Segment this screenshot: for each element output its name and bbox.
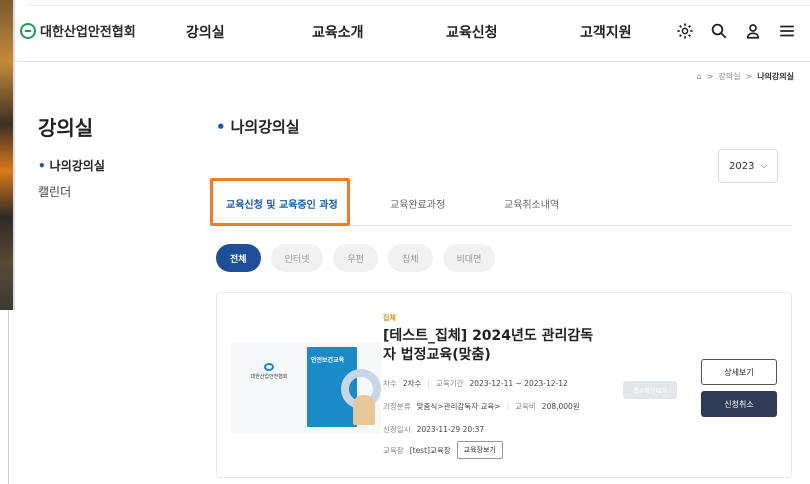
site-header: 대한산업안전협회 강의실 교육소개 교육신청 고객지원 <box>14 0 810 62</box>
venue-value: [test]교육장 <box>409 445 451 455</box>
left-divider <box>8 310 9 484</box>
course-type-label: 과정분류 <box>383 402 411 411</box>
search-icon[interactable] <box>708 20 730 42</box>
course-title[interactable]: [테스트_집체] 2024년도 관리감독자 법정교육(맞춤) <box>383 327 603 365</box>
chip-non-face-to-face[interactable]: 비대면 <box>442 244 496 272</box>
menu-icon[interactable] <box>776 20 798 42</box>
gear-icon[interactable] <box>674 20 696 42</box>
tab-highlight-box <box>210 178 350 226</box>
applied-value: 2023-11-29 20:37 <box>416 425 485 434</box>
nav-education-apply[interactable]: 교육신청 <box>446 22 498 42</box>
header-top-rule <box>28 0 810 6</box>
page-title: 나의강의실 <box>216 116 300 137</box>
chevron-down-icon: ⌵ <box>760 161 767 170</box>
user-icon[interactable] <box>742 20 764 42</box>
year-select[interactable]: 2023 ⌵ <box>718 149 778 183</box>
sidebar-title: 강의실 <box>38 116 94 140</box>
course-meta-round-period: 차수 2차수 | 교육기간 2023-12-11 ~ 2023-12-12 <box>383 378 568 389</box>
year-select-value: 2023 <box>729 160 755 172</box>
sidebar-item-my-lecture-room[interactable]: 나의강의실 <box>38 157 105 174</box>
thumbnail-logo: 대한산업안전협회 <box>249 363 289 380</box>
logo-text: 대한산업안전협회 <box>40 25 136 40</box>
filter-chips: 전체 인터넷 우편 집체 비대면 <box>216 244 496 272</box>
worker-illustration <box>353 395 375 425</box>
tab-cancelled[interactable]: 교육취소내역 <box>504 196 559 211</box>
thumbnail-logo-text: 대한산업안전협회 <box>250 374 288 380</box>
status-badge: 접수확인대기 <box>623 381 677 399</box>
nav-lecture-room[interactable]: 강의실 <box>186 22 225 42</box>
chip-all[interactable]: 전체 <box>216 244 261 272</box>
round-label: 차수 <box>383 379 397 388</box>
breadcrumb-separator: > <box>745 72 753 81</box>
breadcrumb-separator: > <box>706 72 714 81</box>
chip-group[interactable]: 집체 <box>387 244 433 272</box>
chip-mail[interactable]: 우편 <box>333 244 378 272</box>
cancel-application-button[interactable]: 신청취소 <box>701 391 777 417</box>
course-thumbnail: 대한산업안전협회 안전보건교육 <box>231 343 381 433</box>
breadcrumb: ⌂ > 강의실 > 나의강의실 <box>697 71 794 82</box>
logo-icon <box>20 22 36 39</box>
breadcrumb-current: 나의강의실 <box>757 72 794 81</box>
logo-mark-icon <box>264 363 274 371</box>
chip-internet[interactable]: 인터넷 <box>270 244 324 272</box>
site-logo[interactable]: 대한산업안전협회 <box>20 21 136 40</box>
course-type-value: 맞춤식>관리감독자 교육> <box>416 402 501 411</box>
sidebar-item-calendar[interactable]: 캘린더 <box>38 183 71 200</box>
nav-education-intro[interactable]: 교육소개 <box>312 22 364 42</box>
venue-label: 교육장 <box>383 445 404 455</box>
venue-view-button[interactable]: 교육장보기 <box>456 441 503 459</box>
tab-completed[interactable]: 교육완료과정 <box>390 196 445 211</box>
course-meta-type-fee: 과정분류 맞춤식>관리감독자 교육> | 교육비 208,000원 <box>383 401 580 412</box>
breadcrumb-item[interactable]: 강의실 <box>718 71 740 82</box>
background-photo <box>0 0 15 310</box>
meta-separator: | <box>506 402 510 411</box>
round-value: 2차수 <box>402 379 422 388</box>
meta-separator: | <box>427 379 430 388</box>
period-value: 2023-12-11 ~ 2023-12-12 <box>469 379 568 388</box>
fee-label: 교육비 <box>515 402 536 411</box>
course-meta-venue: 교육장 [test]교육장 교육장보기 <box>383 441 503 459</box>
nav-customer-support[interactable]: 고객지원 <box>580 22 632 42</box>
detail-button[interactable]: 상세보기 <box>701 359 777 385</box>
period-label: 교육기간 <box>435 379 464 388</box>
fee-value: 208,000원 <box>541 402 580 411</box>
applied-label: 신청일시 <box>383 425 411 434</box>
course-meta-applied: 신청일시 2023-11-29 20:37 <box>383 424 484 435</box>
course-card: 대한산업안전협회 안전보건교육 집체 [테스트_집체] 2024년도 관리감독자… <box>216 292 792 478</box>
home-icon[interactable]: ⌂ <box>697 72 702 81</box>
book-cover-title: 안전보건교육 <box>311 357 345 364</box>
course-category: 집체 <box>383 314 396 322</box>
